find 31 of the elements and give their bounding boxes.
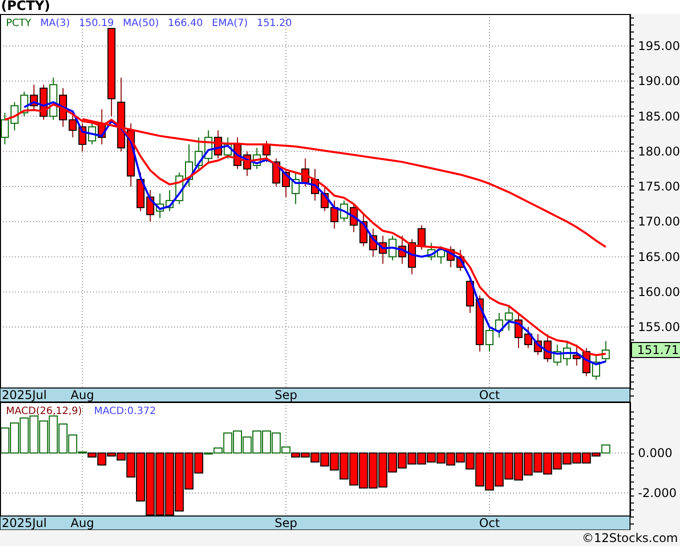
legend-value: 150.19 — [78, 17, 114, 31]
legend-text: MA(50) — [122, 17, 159, 31]
axis-label: 0.000 — [638, 446, 672, 460]
axis-label: 155.00 — [638, 320, 680, 334]
legend-text: MACD(26,12,9) — [6, 405, 82, 419]
axis-label: -2.000 — [638, 486, 677, 500]
date-label: Aug — [70, 516, 94, 530]
axis-label: 190.00 — [638, 74, 680, 88]
date-label: Oct — [479, 388, 500, 402]
legend-text: MA(3) — [40, 17, 70, 31]
legend-text: EMA(7) — [212, 17, 248, 31]
chart-title: (PCTY) — [0, 0, 50, 14]
axis-label: 160.00 — [638, 284, 680, 299]
date-label: Aug — [70, 388, 94, 402]
macd-reading: MACD:0.372 — [94, 405, 156, 419]
date-label: Sep — [274, 388, 298, 402]
last-price-tag: 151.71 — [631, 342, 680, 358]
axis-label: 165.00 — [638, 250, 680, 264]
date-label: 2025Jul — [2, 388, 47, 402]
axis-label: 195.00 — [638, 39, 680, 54]
legend-text: PCTY — [6, 17, 32, 31]
axis-label: 180.00 — [638, 144, 680, 158]
date-label: 2025Jul — [2, 516, 47, 530]
legend-value: 166.40 — [168, 17, 203, 31]
axis-label: 185.00 — [638, 109, 680, 124]
copyright-text: ©12Stocks.com — [582, 530, 678, 546]
axis-label: 170.00 — [638, 214, 680, 229]
axis-label: 175.00 — [638, 180, 680, 194]
date-label: Sep — [274, 516, 298, 530]
legend-value: 151.20 — [256, 17, 292, 31]
date-label: Oct — [479, 516, 500, 530]
